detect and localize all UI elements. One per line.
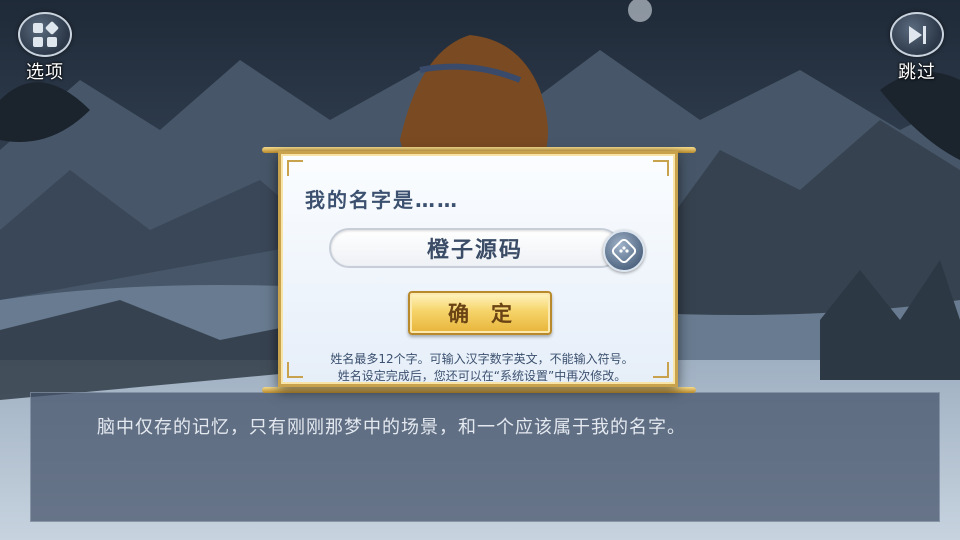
dialog-title: 我的名字是……	[305, 188, 459, 212]
corner-ornament	[653, 160, 669, 176]
confirm-label: 确定	[448, 302, 534, 326]
random-name-button[interactable]	[603, 230, 645, 272]
name-value: 橙子源码	[426, 238, 523, 263]
hint-line-1: 姓名最多12个字。可输入汉字数字英文，不能输入符号。	[330, 352, 634, 366]
name-input[interactable]: 橙子源码	[329, 228, 621, 268]
dialogue-text: 脑中仅存的记忆，只有刚刚那梦中的场景，和一个应该属于我的名字。	[97, 417, 686, 438]
dice-icon	[612, 239, 636, 263]
hint-line-2: 姓名设定完成后，您还可以在“系统设置”中再次修改。	[337, 369, 627, 383]
skip-button[interactable]: 跳过	[886, 12, 948, 84]
menu-grid-icon	[18, 12, 72, 57]
dialog-bottom-rod	[262, 387, 696, 393]
options-button[interactable]: 选项	[14, 12, 76, 84]
name-dialog-panel: 我的名字是…… 橙子源码 确定 姓名最多12个字。可输入汉字数字英文，不能输入符…	[278, 151, 678, 387]
dialogue-box[interactable]: 脑中仅存的记忆，只有刚刚那梦中的场景，和一个应该属于我的名字。	[30, 392, 940, 522]
skip-forward-icon	[890, 12, 944, 57]
confirm-button[interactable]: 确定	[408, 291, 552, 335]
skip-label: 跳过	[898, 62, 936, 83]
options-label: 选项	[26, 62, 64, 83]
name-dialog: 我的名字是…… 橙子源码 确定 姓名最多12个字。可输入汉字数字英文，不能输入符…	[262, 143, 696, 397]
corner-ornament	[287, 160, 303, 176]
